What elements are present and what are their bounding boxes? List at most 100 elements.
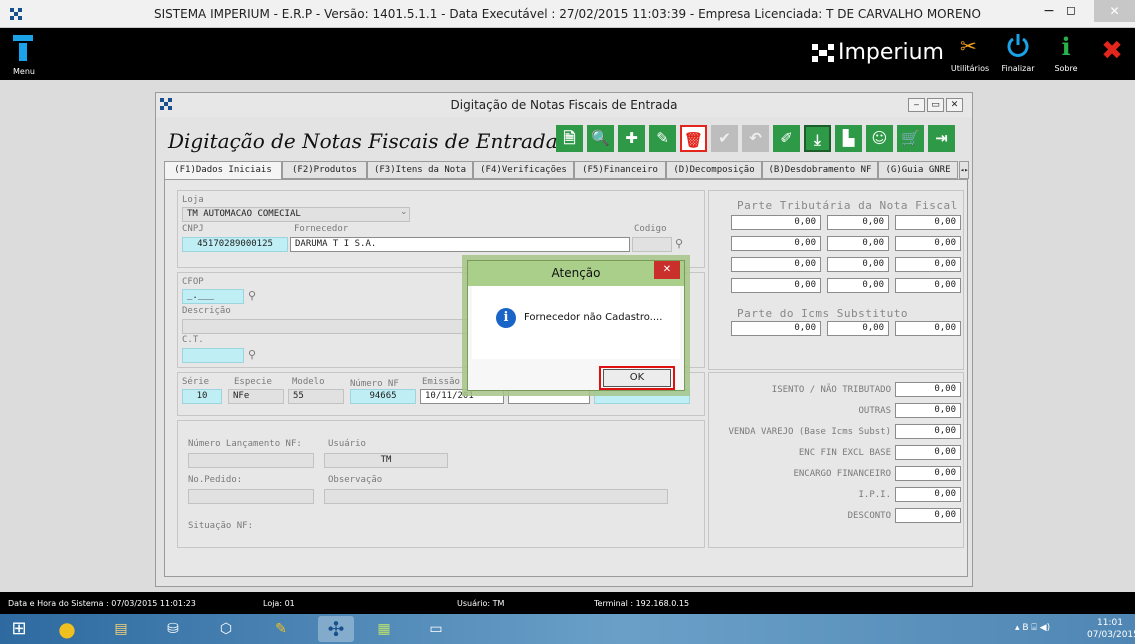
form-minimize-button[interactable]: ‒ <box>908 98 925 112</box>
finalize-button[interactable]: Finalizar <box>998 34 1038 78</box>
ct-search-icon[interactable]: ⚲ <box>248 348 256 361</box>
system-tray[interactable]: ▴ B ⌸ ◀) <box>1015 623 1050 633</box>
tab-financeiro[interactable]: (F5)Financeiro <box>574 161 666 179</box>
windows-start-icon[interactable]: ⊞ <box>6 616 32 642</box>
numero-nf-field[interactable]: 94665 <box>350 389 416 404</box>
confirm-icon[interactable]: ✔ <box>711 125 738 152</box>
add-icon[interactable]: ✚ <box>618 125 645 152</box>
about-button[interactable]: i Sobre <box>1048 32 1084 78</box>
tab-desdobramento[interactable]: (B)Desdobramento NF <box>762 161 878 179</box>
chave-field[interactable] <box>594 389 690 404</box>
trib-r3-c3[interactable]: 0,00 <box>895 257 961 272</box>
cnpj-field[interactable]: 45170289000125 <box>182 237 288 252</box>
encargo-financeiro-field[interactable]: 0,00 <box>895 466 961 481</box>
file-icon[interactable]: 🗎 <box>556 125 583 152</box>
outras-field[interactable]: 0,00 <box>895 403 961 418</box>
icms-c1[interactable]: 0,00 <box>731 321 821 336</box>
emissao-field[interactable]: 10/11/201 <box>420 389 504 404</box>
tab-decomposicao[interactable]: (D)Decomposição <box>666 161 762 179</box>
especie-select[interactable]: NFe <box>228 389 284 404</box>
taskbar-clock[interactable]: 11:01 07/03/2015 <box>1087 617 1135 641</box>
search-icon[interactable]: 🔍 <box>587 125 614 152</box>
clear-icon[interactable]: ✐ <box>773 125 800 152</box>
taskbar: ⊞ ● ▤ ⛁ ⬡ ✎ ✣ ▦ ▭ ▴ B ⌸ ◀) 11:01 07/03/2… <box>0 614 1135 644</box>
tab-produtos[interactable]: (F2)Produtos <box>282 161 367 179</box>
observacao-field[interactable] <box>324 489 668 504</box>
minimize-button[interactable]: − <box>1038 3 1060 23</box>
descricao-field[interactable] <box>182 319 472 334</box>
trib-r1-c3[interactable]: 0,00 <box>895 215 961 230</box>
enc-fin-excl-field[interactable]: 0,00 <box>895 445 961 460</box>
undo-icon[interactable]: ↶ <box>742 125 769 152</box>
dialog-title: Atenção <box>551 266 601 280</box>
user-icon[interactable]: ☺ <box>866 125 893 152</box>
delete-icon[interactable]: 🗑 <box>680 125 707 152</box>
factory-icon[interactable]: ▙ <box>835 125 862 152</box>
chrome-icon[interactable]: ● <box>54 616 80 642</box>
tab-scroll-arrows[interactable]: ◂▸ <box>959 161 969 179</box>
ct-label: C.T. <box>182 335 204 345</box>
maximize-button[interactable]: ◻ <box>1060 3 1082 23</box>
numero-lancamento-field[interactable] <box>188 453 314 468</box>
menu-button[interactable]: Menu <box>6 32 42 76</box>
trib-r2-c2[interactable]: 0,00 <box>827 236 889 251</box>
exit-icon[interactable]: ⇥ <box>928 125 955 152</box>
cart-icon[interactable]: 🛒 <box>897 125 924 152</box>
usuario-field[interactable]: TM <box>324 453 448 468</box>
network-icon[interactable]: ⛁ <box>160 616 186 642</box>
trib-r4-c3[interactable]: 0,00 <box>895 278 961 293</box>
trib-r3-c2[interactable]: 0,00 <box>827 257 889 272</box>
usuario-label: Usuário <box>328 439 366 449</box>
close-window-button[interactable]: ✕ <box>1094 0 1135 22</box>
trib-r4-c1[interactable]: 0,00 <box>731 278 821 293</box>
menu-label: Menu <box>13 67 35 76</box>
numero-lancamento-label: Número Lançamento NF: <box>188 439 302 449</box>
chevron-down-icon[interactable]: ⌄ <box>400 207 408 217</box>
dialog-close-button[interactable]: ✕ <box>654 261 680 279</box>
cfop-search-icon[interactable]: ⚲ <box>248 289 256 302</box>
fornecedor-field[interactable]: DARUMA T I S.A. <box>290 237 630 252</box>
tab-itens-nota[interactable]: (F3)Itens da Nota <box>367 161 473 179</box>
import-icon[interactable]: ⤓ <box>804 125 831 152</box>
tab-verificacoes[interactable]: (F4)Verificações <box>473 161 574 179</box>
codigo-field[interactable] <box>632 237 672 252</box>
trib-r2-c1[interactable]: 0,00 <box>731 236 821 251</box>
file-explorer-icon[interactable]: ▤ <box>108 616 134 642</box>
ok-button[interactable]: OK <box>603 369 671 387</box>
icms-c3[interactable]: 0,00 <box>895 321 961 336</box>
tab-dados-iniciais[interactable]: (F1)Dados Iniciais <box>164 161 282 180</box>
project-icon[interactable]: ▦ <box>371 616 397 642</box>
edit-icon[interactable]: ✎ <box>649 125 676 152</box>
window-titlebar: SISTEMA IMPERIUM - E.R.P - Versão: 1401.… <box>0 0 1135 28</box>
virtualbox-icon[interactable]: ⬡ <box>213 616 239 642</box>
ct-field[interactable] <box>182 348 244 363</box>
venda-varejo-field[interactable]: 0,00 <box>895 424 961 439</box>
trib-r2-c3[interactable]: 0,00 <box>895 236 961 251</box>
ipi-field[interactable]: 0,00 <box>895 487 961 502</box>
trib-r4-c2[interactable]: 0,00 <box>827 278 889 293</box>
form-maximize-button[interactable]: ▭ <box>927 98 944 112</box>
isento-field[interactable]: 0,00 <box>895 382 961 397</box>
trib-r1-c2[interactable]: 0,00 <box>827 215 889 230</box>
imperium-icon[interactable]: ✣ <box>318 616 354 642</box>
observacao-label: Observação <box>328 475 383 485</box>
serie-field[interactable]: 10 <box>182 389 222 404</box>
entrada-field[interactable] <box>508 389 590 404</box>
clock-time: 11:01 <box>1097 618 1123 628</box>
brand-logo: Imperium <box>810 38 944 68</box>
no-pedido-field[interactable] <box>188 489 314 504</box>
loja-select[interactable]: TM AUTOMACAO COMECIAL <box>182 207 410 222</box>
paint-tool-icon[interactable]: ✎ <box>268 616 294 642</box>
tab-guia-gnre[interactable]: (G)Guia GNRE <box>878 161 958 179</box>
utilities-button[interactable]: ✂ Utilitários <box>950 34 990 78</box>
trib-r1-c1[interactable]: 0,00 <box>731 215 821 230</box>
remote-desktop-icon[interactable]: ▭ <box>423 616 449 642</box>
modelo-select[interactable]: 55 <box>288 389 344 404</box>
cfop-field[interactable]: _.___ <box>182 289 244 304</box>
exit-button[interactable]: ✖ <box>1094 34 1130 70</box>
icms-c2[interactable]: 0,00 <box>827 321 889 336</box>
desconto-field[interactable]: 0,00 <box>895 508 961 523</box>
form-close-button[interactable]: ✕ <box>946 98 963 112</box>
trib-r3-c1[interactable]: 0,00 <box>731 257 821 272</box>
codigo-search-icon[interactable]: ⚲ <box>675 237 683 250</box>
